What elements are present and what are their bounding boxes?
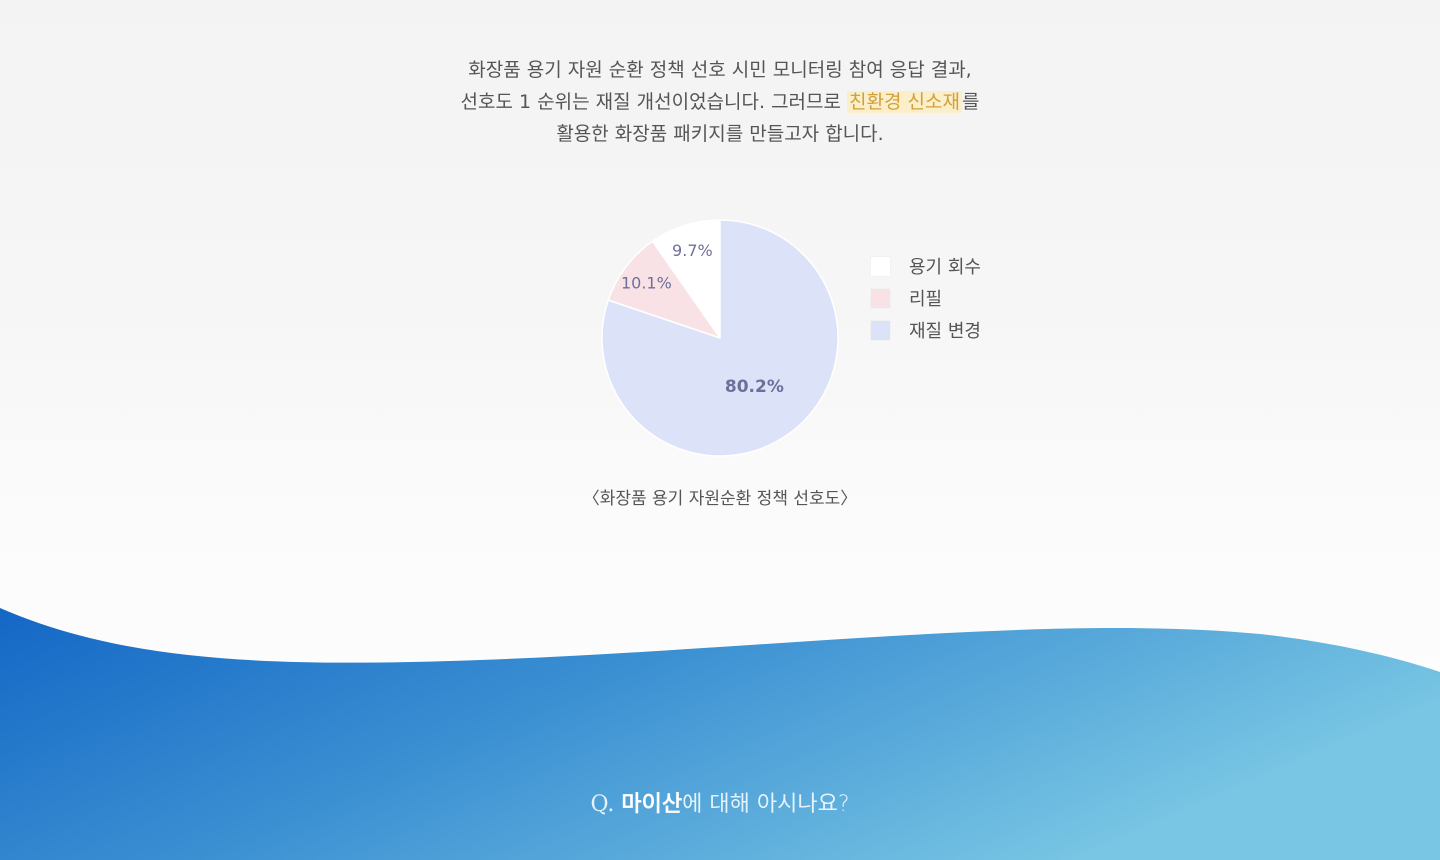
- pie-data-label: 80.2%: [725, 377, 784, 397]
- legend-item-collection: 용기 회수: [870, 250, 981, 282]
- legend-swatch: [870, 255, 891, 277]
- legend-item-refill: 리필: [870, 282, 981, 314]
- question-heading: Q. 마이산에 대해 아시나요?: [0, 786, 1440, 818]
- question-prefix: Q.: [590, 792, 615, 817]
- wave-background: [0, 608, 1440, 860]
- question-rest: 에 대해 아시나요?: [682, 792, 850, 817]
- chart-legend: 용기 회수 리필 재질 변경: [870, 250, 981, 346]
- pie-data-label: 9.7%: [672, 241, 713, 260]
- question-keyword: 마이산: [621, 792, 683, 817]
- legend-swatch: [870, 287, 891, 309]
- legend-item-material: 재질 변경: [870, 314, 981, 346]
- legend-label: 리필: [909, 289, 943, 310]
- legend-label: 용기 회수: [909, 257, 981, 278]
- pie-data-label: 10.1%: [621, 274, 672, 293]
- legend-label: 재질 변경: [909, 321, 981, 342]
- legend-swatch: [870, 319, 891, 341]
- pie-chart: 9.7%10.1% 80.2%: [601, 219, 839, 457]
- chart-caption: 〈화장품 용기 자원순환 정책 선호도〉: [582, 489, 858, 509]
